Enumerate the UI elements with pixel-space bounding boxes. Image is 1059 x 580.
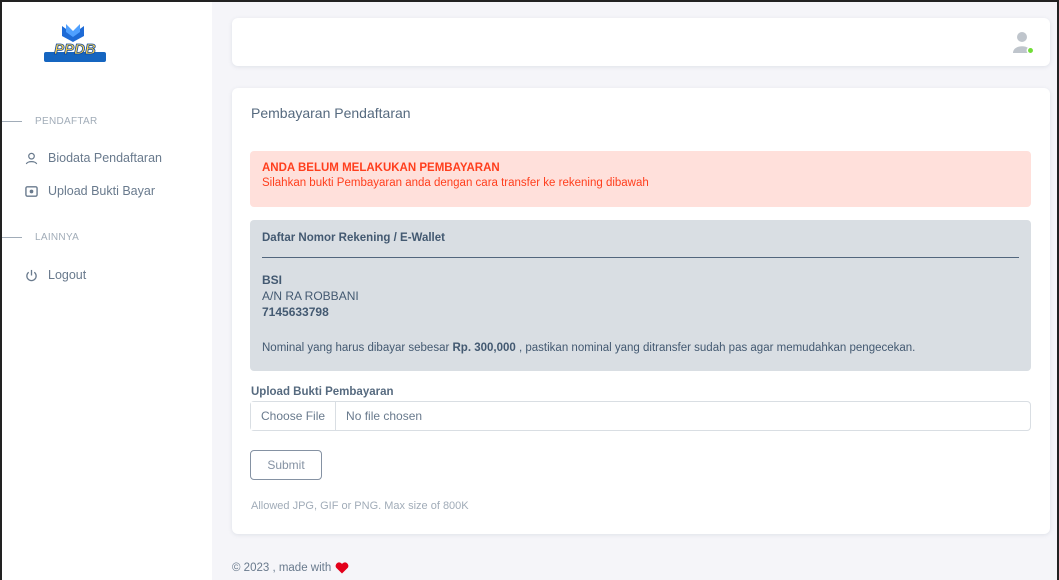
- nominal-prefix: Nominal yang harus dibayar sebesar: [262, 342, 450, 354]
- logo-text: PPDB: [54, 41, 96, 58]
- menu-header-pendaftar: PENDAFTAR: [2, 114, 98, 128]
- divider: [262, 257, 1019, 258]
- nominal-text: Nominal yang harus dibayar sebesar Rp. 3…: [262, 342, 1019, 354]
- file-status: No file chosen: [346, 409, 423, 423]
- card-title: Pembayaran Pendaftaran: [251, 105, 411, 121]
- image-icon: [24, 184, 38, 198]
- footer: © 2023 , made with: [232, 562, 349, 574]
- nominal-suffix: , pastikan nominal yang ditransfer sudah…: [519, 342, 916, 354]
- upload-label: Upload Bukti Pembayaran: [251, 386, 394, 398]
- sidebar-item-biodata[interactable]: Biodata Pendaftaran: [24, 148, 162, 168]
- account-info-box: Daftar Nomor Rekening / E-Wallet BSI A/N…: [250, 220, 1031, 371]
- power-icon: [24, 268, 38, 282]
- account-list-title: Daftar Nomor Rekening / E-Wallet: [262, 232, 445, 244]
- user-avatar-icon[interactable]: [1010, 29, 1036, 55]
- menu-header-label: PENDAFTAR: [35, 115, 98, 127]
- sidebar-item-upload[interactable]: Upload Bukti Bayar: [24, 181, 155, 201]
- logo-image: PPDB: [44, 24, 106, 62]
- account-number: 7145633798: [262, 305, 329, 319]
- alert-text: Silahkan bukti Pembayaran anda dengan ca…: [262, 177, 649, 189]
- alert-title: ANDA BELUM MELAKUKAN PEMBAYARAN: [262, 162, 500, 174]
- payment-alert: ANDA BELUM MELAKUKAN PEMBAYARAN Silahkan…: [250, 151, 1031, 207]
- submit-button[interactable]: Submit: [250, 450, 322, 480]
- payment-card: Pembayaran Pendaftaran ANDA BELUM MELAKU…: [232, 88, 1050, 534]
- choose-file-button[interactable]: Choose File: [251, 402, 337, 430]
- heart-icon: [335, 562, 349, 574]
- sidebar-item-label: Logout: [48, 268, 87, 282]
- sidebar-item-label: Biodata Pendaftaran: [48, 151, 162, 165]
- bank-name: BSI: [262, 273, 283, 287]
- sidebar-item-label: Upload Bukti Bayar: [48, 184, 156, 198]
- ppdb-logo[interactable]: PPDB: [42, 22, 108, 68]
- file-upload-input[interactable]: Choose File No file chosen: [250, 401, 1031, 431]
- sidebar: PPDB PENDAFTAR Biodata Pendaftaran Uploa…: [2, 2, 212, 580]
- menu-header-lainnya: LAINNYA: [2, 230, 79, 244]
- upload-hint: Allowed JPG, GIF or PNG. Max size of 800…: [251, 500, 469, 512]
- menu-header-label: LAINNYA: [35, 231, 80, 243]
- top-navbar: [232, 18, 1050, 66]
- user-icon: [24, 151, 38, 165]
- online-status-dot: [1026, 46, 1035, 55]
- sidebar-item-logout[interactable]: Logout: [24, 265, 86, 285]
- nominal-amount: Rp. 300,000: [452, 342, 516, 354]
- account-holder: A/N RA ROBBANI: [262, 289, 359, 303]
- footer-text: © 2023 , made with: [232, 562, 332, 574]
